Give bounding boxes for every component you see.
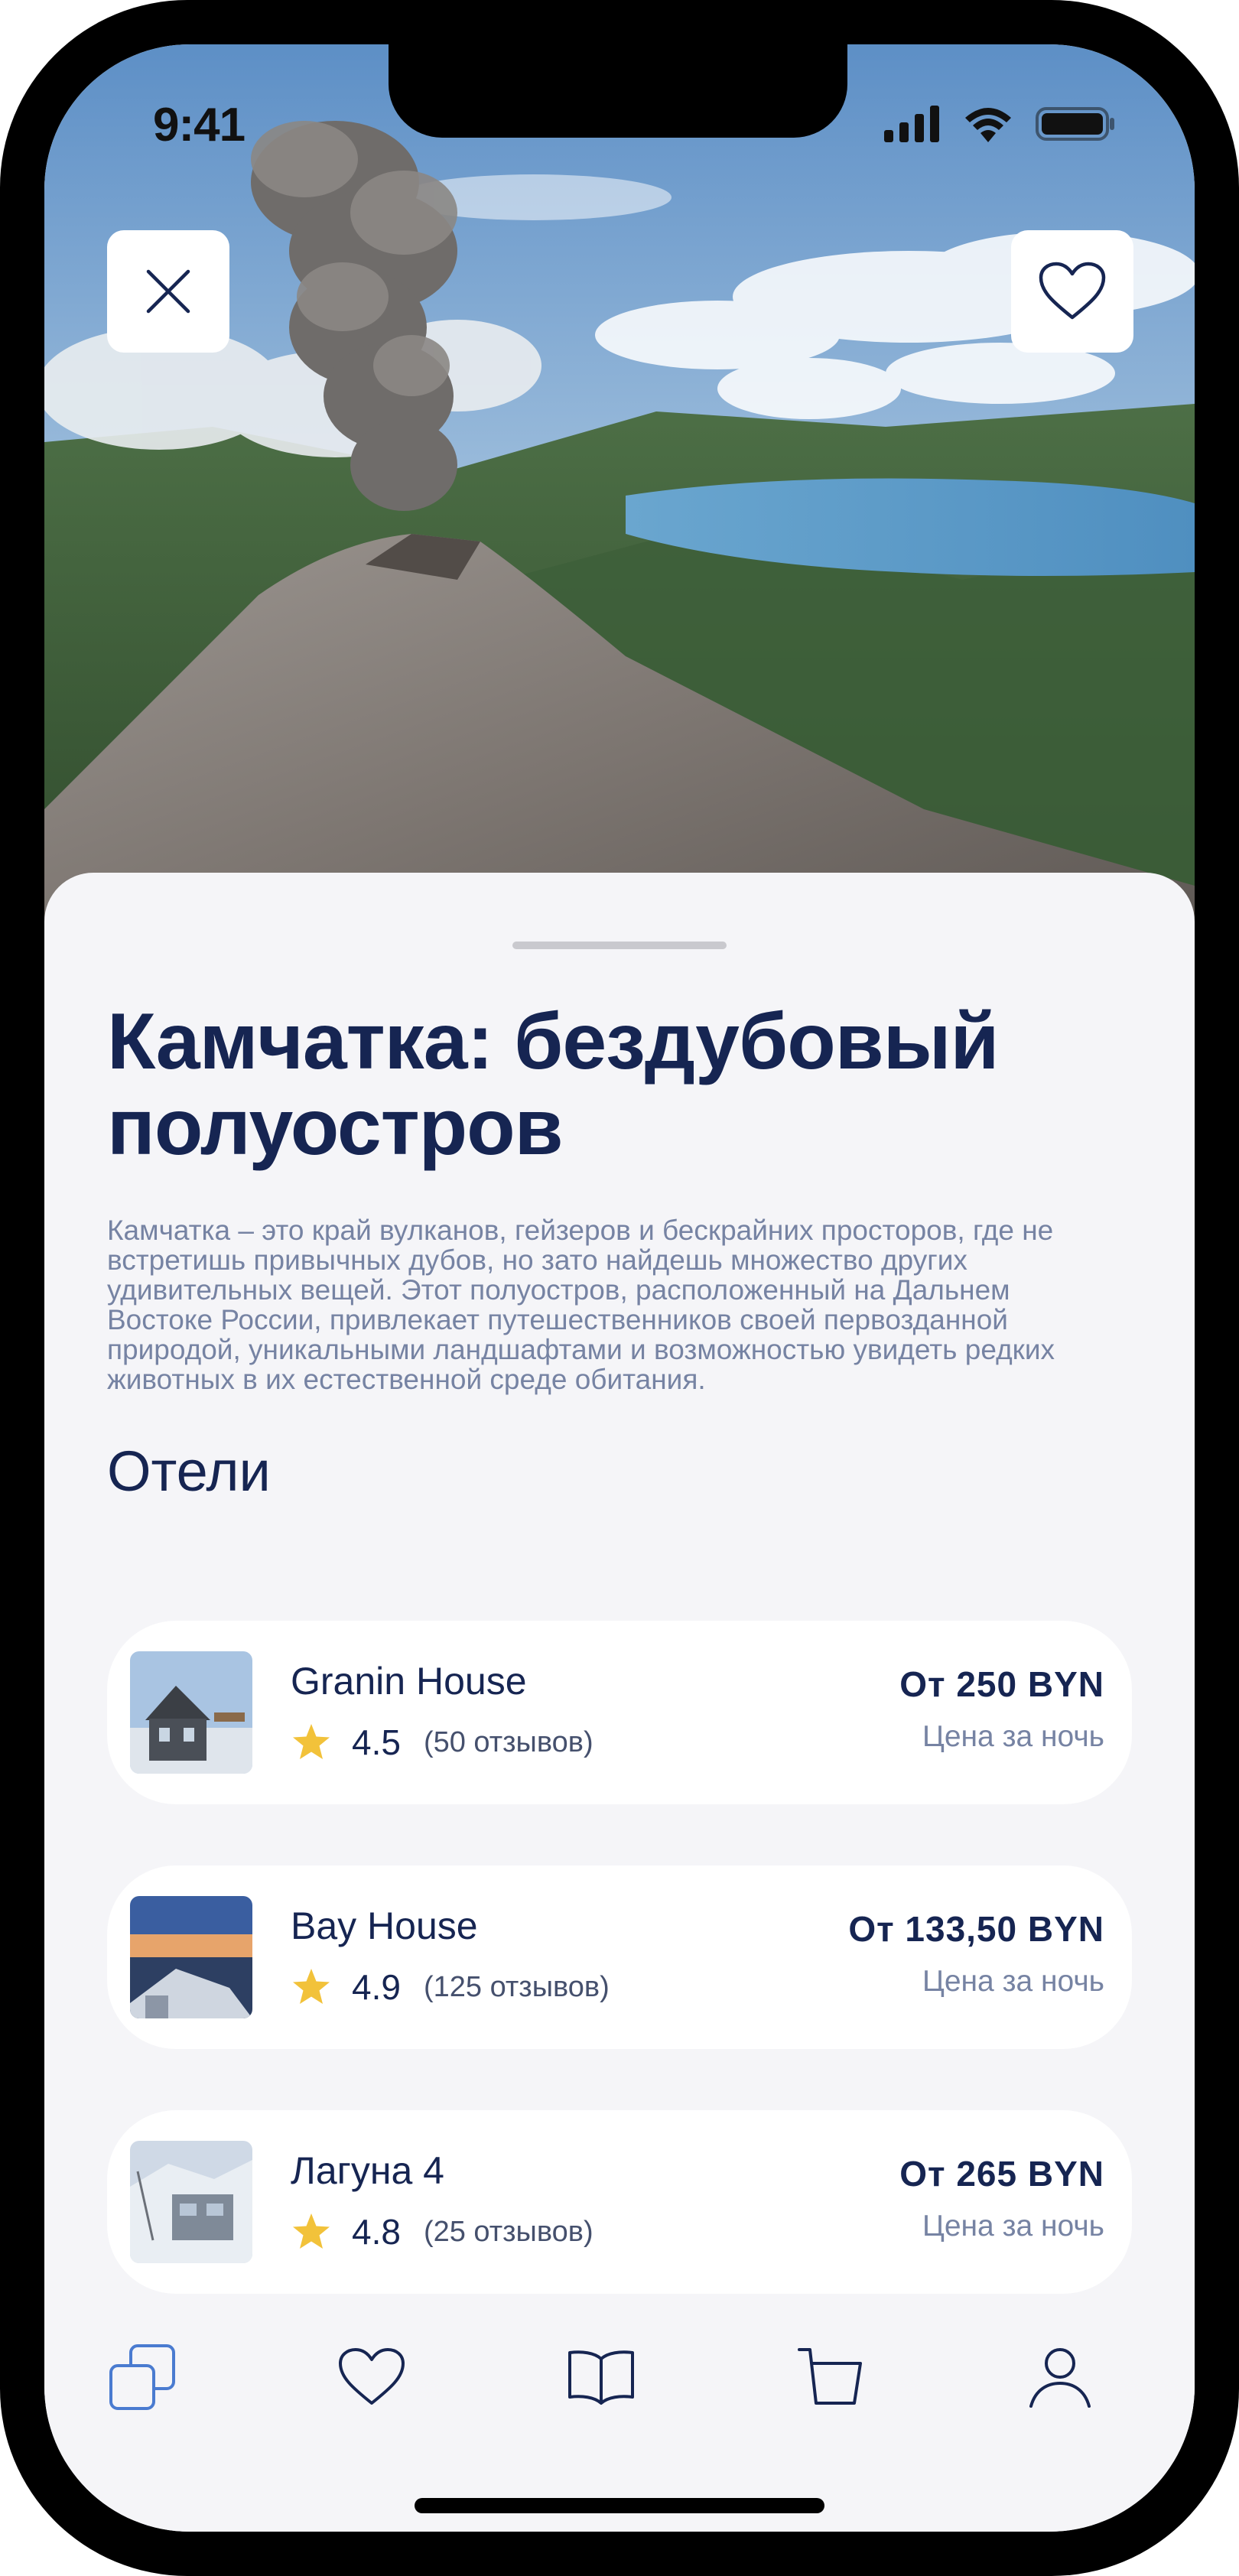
status-time: 9:41 — [153, 99, 246, 151]
hotels-section-title: Отели — [107, 1439, 271, 1503]
status-icons — [884, 106, 1115, 142]
rating-value: 4.9 — [352, 1967, 401, 2007]
hotel-card[interactable]: Лагуна 4 4.8 (25 отзывов) От 265 BYN Цен… — [107, 2110, 1132, 2294]
star-icon — [293, 1724, 330, 1759]
review-count: (125 отзывов) — [423, 1970, 610, 2003]
content-sheet: Камчатка: бездубовый полуостров Камчатка… — [44, 873, 1195, 2532]
hero-image — [44, 44, 1195, 947]
tab-cart[interactable] — [785, 2331, 876, 2423]
close-icon — [146, 269, 190, 314]
book-icon — [568, 2350, 634, 2405]
heart-icon — [1039, 262, 1106, 320]
tab-catalog[interactable] — [96, 2331, 188, 2423]
star-icon — [293, 1969, 330, 2004]
price-note: Цена за ночь — [922, 1720, 1104, 1753]
hotel-name: Bay House — [291, 1904, 478, 1947]
sheet-grabber[interactable] — [512, 942, 727, 949]
cellular-signal-icon — [884, 106, 939, 142]
profile-icon — [1029, 2348, 1091, 2408]
hotel-thumbnail — [130, 2141, 252, 2263]
review-count: (50 отзывов) — [423, 1725, 593, 1758]
tab-profile[interactable] — [1014, 2331, 1106, 2423]
hotel-rating: 4.9 (125 отзывов) — [291, 1966, 610, 2008]
rating-value: 4.5 — [352, 1722, 401, 1762]
home-indicator[interactable] — [415, 2498, 824, 2513]
battery-icon — [1036, 107, 1114, 141]
catalog-icon — [109, 2344, 175, 2410]
screen: 9:41 Камчатка: бездубовый полуостров Кам… — [44, 44, 1195, 2532]
hotel-name: Granin House — [291, 1660, 527, 1703]
cart-icon — [798, 2348, 862, 2405]
favorite-button[interactable] — [1011, 230, 1133, 353]
hotel-price: От 133,50 BYN — [848, 1909, 1104, 1949]
hotel-rating: 4.5 (50 отзывов) — [291, 1722, 593, 1763]
wifi-icon — [965, 108, 1011, 142]
star-icon — [293, 2213, 330, 2249]
price-note: Цена за ночь — [922, 1965, 1104, 1998]
tab-favorites[interactable] — [326, 2331, 418, 2423]
review-count: (25 отзывов) — [423, 2215, 593, 2248]
hotel-rating: 4.8 (25 отзывов) — [291, 2211, 593, 2252]
tab-bar — [44, 2331, 1195, 2423]
hotel-thumbnail — [130, 1896, 252, 2018]
hotel-name: Лагуна 4 — [291, 2149, 444, 2192]
hotel-card[interactable]: Bay House 4.9 (125 отзывов) От 133,50 BY… — [107, 1865, 1132, 2049]
price-note: Цена за ночь — [922, 2210, 1104, 2243]
tab-guides[interactable] — [555, 2331, 647, 2423]
hotel-price: От 250 BYN — [899, 1664, 1104, 1704]
hotel-thumbnail — [130, 1651, 252, 1774]
hotel-price: От 265 BYN — [899, 2154, 1104, 2194]
rating-value: 4.8 — [352, 2212, 401, 2252]
close-button[interactable] — [107, 230, 229, 353]
article-description: Камчатка – это край вулканов, гейзеров и… — [107, 1215, 1055, 1395]
page-title: Камчатка: бездубовый полуостров — [107, 997, 999, 1172]
hotel-card[interactable]: Granin House 4.5 (50 отзывов) От 250 BYN… — [107, 1621, 1132, 1804]
phone-frame: 9:41 Камчатка: бездубовый полуостров Кам… — [0, 0, 1239, 2576]
heart-icon — [339, 2348, 405, 2405]
notch — [389, 44, 847, 138]
